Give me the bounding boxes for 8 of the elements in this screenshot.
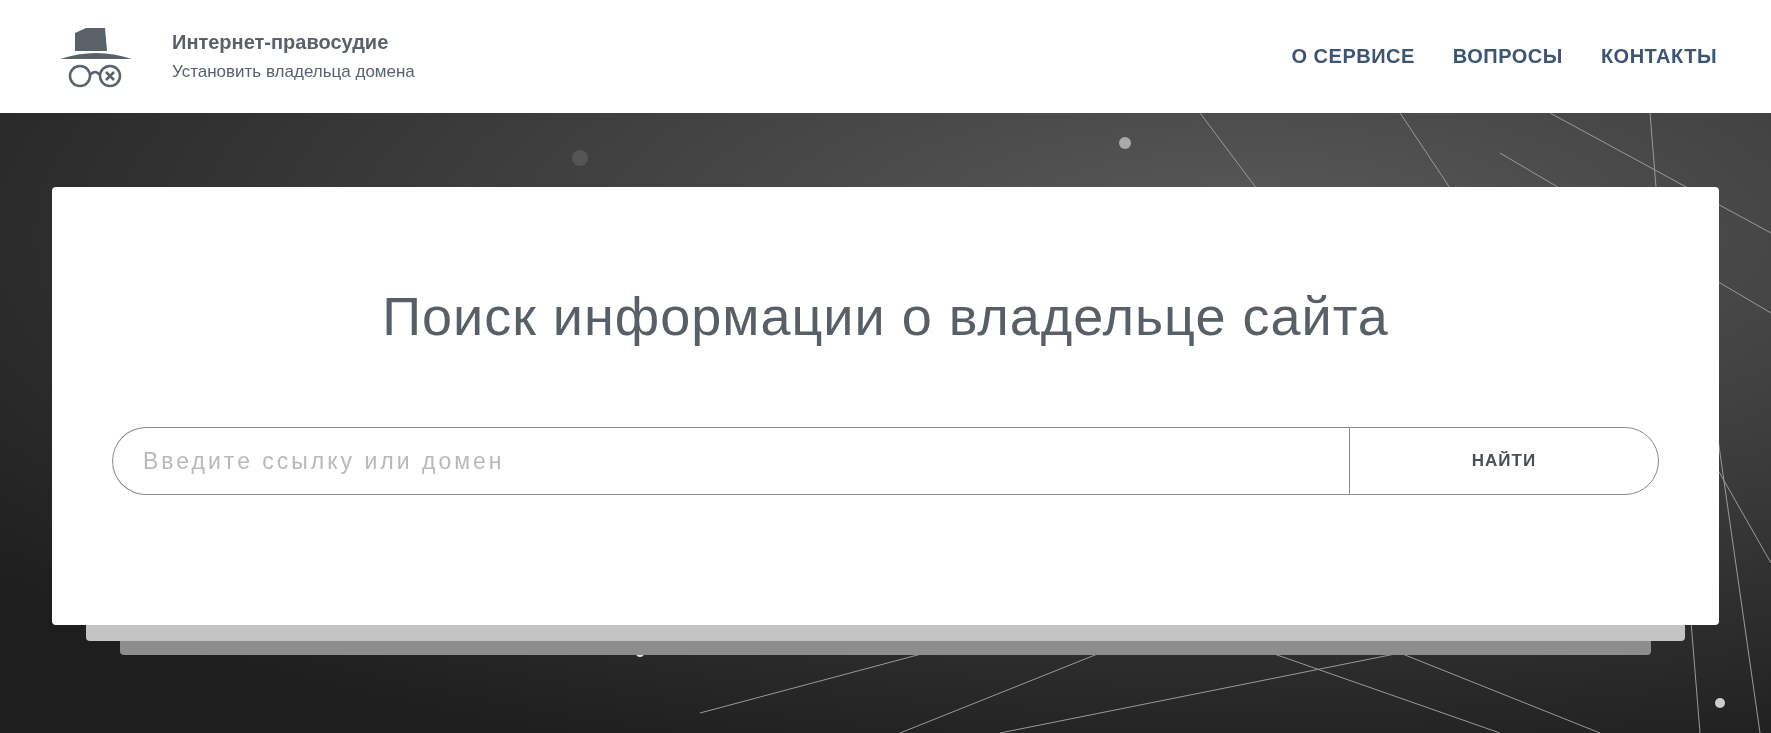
site-subtitle: Установить владельца домена [172,62,415,82]
site-title: Интернет-правосудие [172,31,390,54]
nav-link[interactable]: КОНТАКТЫ [1600,45,1717,68]
search-heading: Поиск информации о владельце сайта [382,285,1389,347]
nav-link[interactable]: О СЕРВИСЕ [1291,45,1415,68]
nav-link[interactable]: ВОПРОСЫ [1452,45,1563,68]
find-button[interactable]: НАЙТИ [1349,427,1659,495]
search-field[interactable]: Введите ссылку или домен [112,427,1349,495]
